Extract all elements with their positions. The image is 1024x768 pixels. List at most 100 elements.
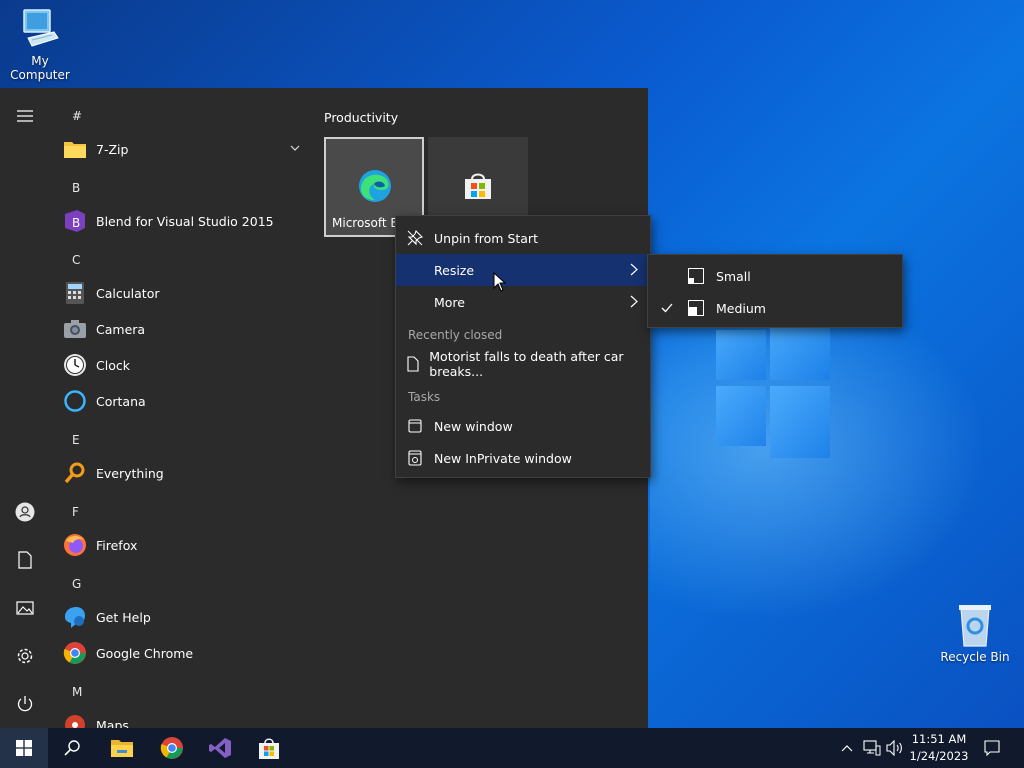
- app-name: Camera: [96, 321, 146, 337]
- app-name: Clock: [96, 357, 130, 373]
- app-name: Firefox: [96, 537, 138, 553]
- menu-item-label: Small: [716, 268, 751, 284]
- app-item-clock[interactable]: Clock: [62, 347, 310, 383]
- desktop-icon-my-computer[interactable]: My Computer: [0, 8, 80, 82]
- search-button[interactable]: [48, 728, 96, 768]
- taskbar-clock[interactable]: 11:51 AM 1/24/2023: [906, 731, 972, 765]
- settings-icon[interactable]: [13, 644, 37, 668]
- store-icon: [465, 173, 491, 199]
- menu-item-label: New InPrivate window: [434, 450, 572, 466]
- show-hidden-icons-button[interactable]: [837, 728, 857, 768]
- app-item-blend[interactable]: B Blend for Visual Studio 2015: [62, 203, 310, 239]
- desktop-icon-recycle-bin[interactable]: Recycle Bin: [935, 602, 1015, 664]
- tile-context-menu: Unpin from Start Resize More Recently cl…: [395, 215, 651, 478]
- start-rail: [0, 88, 50, 728]
- documents-icon[interactable]: [13, 548, 37, 572]
- app-item-get-help[interactable]: Get Help: [62, 599, 310, 635]
- menu-item-new-inprivate-window[interactable]: New InPrivate window: [396, 442, 650, 474]
- file-explorer-icon: [111, 740, 133, 757]
- letter-header[interactable]: C: [72, 253, 80, 267]
- menu-item-label: Motorist falls to death after car breaks…: [429, 349, 624, 379]
- letter-header[interactable]: #: [72, 109, 82, 123]
- hamburger-icon[interactable]: [13, 104, 37, 128]
- everything-search-icon: [62, 460, 88, 486]
- blend-icon: B: [62, 208, 88, 234]
- chrome-icon: [160, 737, 183, 759]
- menu-item-label: Resize: [434, 262, 475, 278]
- app-item-everything[interactable]: Everything: [62, 455, 310, 491]
- clock-time: 11:51 AM: [911, 732, 967, 746]
- volume-control[interactable]: [884, 728, 906, 768]
- menu-item-new-window[interactable]: New window: [396, 410, 650, 442]
- taskbar-file-explorer[interactable]: [98, 728, 146, 768]
- taskbar: 11:51 AM 1/24/2023: [0, 728, 1024, 768]
- app-name: Everything: [96, 465, 164, 481]
- firefox-icon: [62, 532, 88, 558]
- app-item-camera[interactable]: Camera: [62, 311, 310, 347]
- app-item-firefox[interactable]: Firefox: [62, 527, 310, 563]
- app-item-google-chrome[interactable]: Google Chrome: [62, 635, 310, 671]
- app-item-calculator[interactable]: Calculator: [62, 275, 310, 311]
- pictures-icon[interactable]: [13, 596, 37, 620]
- tile-group-title[interactable]: Productivity: [324, 110, 398, 125]
- power-icon[interactable]: [13, 692, 37, 716]
- menu-item-small[interactable]: Small: [648, 260, 902, 292]
- taskbar-visual-studio[interactable]: [196, 728, 244, 768]
- app-name: Google Chrome: [96, 645, 194, 661]
- network-status[interactable]: [861, 728, 883, 768]
- folder-icon: [62, 136, 88, 162]
- chrome-icon: [62, 640, 88, 666]
- checkmark-icon: [648, 303, 686, 313]
- action-center-button[interactable]: [978, 728, 1006, 768]
- menu-item-label: Medium: [716, 300, 766, 316]
- maps-icon: [62, 712, 88, 728]
- app-name: Maps: [96, 717, 129, 729]
- letter-header[interactable]: G: [72, 577, 81, 591]
- tile-label: Microsoft E: [332, 216, 399, 230]
- store-icon: [259, 738, 279, 759]
- menu-item-more[interactable]: More: [396, 286, 650, 318]
- edge-icon: [359, 170, 391, 202]
- windows-start-icon: [16, 740, 32, 756]
- chevron-up-icon: [841, 745, 853, 752]
- inprivate-window-icon: [396, 450, 434, 466]
- menu-item-medium[interactable]: Medium: [648, 292, 902, 324]
- letter-header[interactable]: F: [72, 505, 79, 519]
- search-icon: [64, 740, 80, 756]
- svg-text:B: B: [72, 216, 80, 230]
- chevron-down-icon[interactable]: [290, 145, 300, 151]
- menu-item-unpin[interactable]: Unpin from Start: [396, 222, 650, 254]
- camera-icon: [62, 316, 88, 342]
- taskbar-google-chrome[interactable]: [148, 728, 196, 768]
- cortana-icon: [62, 388, 88, 414]
- window-icon: [396, 419, 434, 433]
- chevron-right-icon: [630, 263, 638, 276]
- network-icon: [863, 740, 881, 756]
- taskbar-microsoft-store[interactable]: [245, 728, 293, 768]
- section-header-tasks: Tasks: [408, 390, 441, 404]
- clock-date: 1/24/2023: [909, 749, 969, 763]
- user-icon[interactable]: [13, 500, 37, 524]
- letter-header[interactable]: B: [72, 181, 80, 195]
- app-name: 7-Zip: [96, 141, 129, 157]
- menu-item-label: More: [434, 294, 465, 310]
- chevron-right-icon: [630, 295, 638, 308]
- letter-header[interactable]: M: [72, 685, 82, 699]
- menu-item-recent-page[interactable]: Motorist falls to death after car breaks…: [396, 348, 650, 380]
- page-icon: [396, 356, 429, 372]
- resize-submenu: Small Medium: [647, 254, 903, 328]
- notification-icon: [984, 740, 1000, 756]
- menu-item-label: Unpin from Start: [434, 230, 538, 246]
- app-item-cortana[interactable]: Cortana: [62, 383, 310, 419]
- clock-icon: [62, 352, 88, 378]
- menu-item-resize[interactable]: Resize: [396, 254, 650, 286]
- app-name: Calculator: [96, 285, 160, 301]
- app-item-maps[interactable]: Maps: [62, 707, 310, 728]
- letter-header[interactable]: E: [72, 433, 80, 447]
- visual-studio-icon: [209, 738, 231, 758]
- start-button[interactable]: [0, 728, 48, 768]
- get-help-icon: [62, 604, 88, 630]
- medium-tile-icon: [688, 300, 704, 316]
- desktop-icon-label: My Computer: [10, 54, 70, 82]
- app-item-7zip[interactable]: 7-Zip: [62, 131, 310, 167]
